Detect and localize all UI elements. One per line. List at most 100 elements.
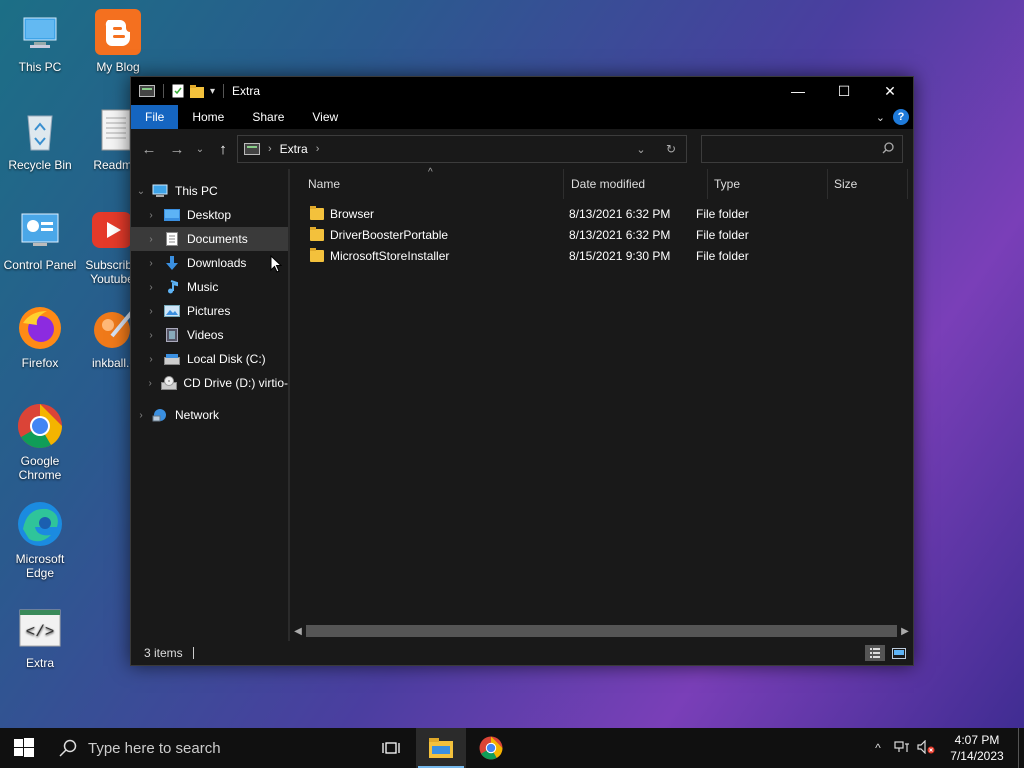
clock-time: 4:07 PM (954, 733, 1000, 747)
desktop-icon-this-pc[interactable]: This PC (0, 8, 80, 74)
desktop-icon-control-panel[interactable]: Control Panel (0, 206, 80, 272)
tab-view[interactable]: View (298, 105, 352, 129)
breadcrumb-chevron-icon[interactable]: › (268, 143, 272, 155)
tab-share[interactable]: Share (238, 105, 298, 129)
desktop-icon-label: Microsoft Edge (15, 552, 65, 580)
nav-item-label: Pictures (187, 304, 231, 318)
navigation-bar: ← → ⌄ ↑ › Extra › ⌄ ↻ (131, 129, 913, 169)
minimize-button[interactable]: — (775, 77, 821, 105)
new-folder-icon[interactable] (190, 84, 204, 98)
scroll-left-icon[interactable]: ◀ (290, 626, 306, 637)
nav-item-videos[interactable]: › Videos (131, 323, 288, 347)
expand-chevron-icon[interactable]: › (145, 354, 157, 365)
desktop-icon-label: Firefox (21, 356, 59, 370)
folder-icon (310, 226, 324, 241)
nav-item-label: Desktop (187, 208, 232, 222)
task-view-button[interactable] (366, 728, 416, 768)
nav-item-desktop[interactable]: › Desktop (131, 203, 288, 227)
desktop-icon-extra[interactable]: </> Extra (0, 604, 80, 670)
search-input[interactable] (702, 136, 872, 162)
up-button[interactable]: ↑ (209, 141, 237, 158)
recent-locations-button[interactable]: ⌄ (191, 144, 209, 155)
control-panel-icon (21, 213, 59, 246)
column-name[interactable]: Name (290, 169, 564, 199)
expand-chevron-icon[interactable]: › (145, 210, 157, 221)
forward-button[interactable]: → (163, 141, 191, 158)
desktop-icon-chrome[interactable]: Google Chrome (0, 402, 80, 482)
nav-item-this-pc[interactable]: ⌄ This PC (131, 179, 288, 203)
address-bar[interactable]: › Extra › ⌄ ↻ (237, 135, 687, 163)
address-dropdown-icon[interactable]: ⌄ (626, 143, 656, 156)
expand-chevron-icon[interactable]: › (145, 378, 155, 389)
status-bar: 3 items (131, 641, 913, 665)
nav-item-documents[interactable]: › Documents (131, 227, 288, 251)
nav-item-cd-drive[interactable]: › CD Drive (D:) virtio- (131, 371, 288, 395)
details-view-button[interactable] (865, 645, 885, 661)
table-row[interactable]: MicrosoftStoreInstaller 8/15/2021 9:30 P… (290, 245, 913, 266)
start-button[interactable] (0, 728, 48, 768)
maximize-button[interactable]: ☐ (821, 77, 867, 105)
column-size[interactable]: Size (828, 169, 908, 199)
show-desktop-button[interactable] (1018, 728, 1024, 768)
scroll-right-icon[interactable]: ▶ (897, 626, 913, 637)
network-status-icon[interactable] (890, 740, 914, 757)
expand-chevron-icon[interactable]: › (145, 306, 157, 317)
desktop-icon-edge[interactable]: Microsoft Edge (0, 500, 80, 580)
text-file-icon (101, 109, 131, 151)
show-hidden-icons-icon[interactable]: ^ (866, 741, 890, 755)
expand-chevron-icon[interactable]: › (145, 258, 157, 269)
scrollbar-thumb[interactable] (306, 625, 897, 637)
large-icons-view-icon (892, 647, 906, 659)
properties-icon[interactable] (172, 84, 184, 98)
nav-item-local-disk[interactable]: › Local Disk (C:) (131, 347, 288, 371)
pictures-icon (164, 305, 180, 317)
close-button[interactable]: ✕ (867, 77, 913, 105)
clock-date: 7/14/2023 (950, 749, 1004, 763)
collapse-chevron-icon[interactable]: ⌄ (135, 186, 147, 197)
nav-item-music[interactable]: › Music (131, 275, 288, 299)
back-button[interactable]: ← (135, 141, 163, 158)
refresh-icon[interactable]: ↻ (656, 142, 686, 156)
table-row[interactable]: Browser 8/13/2021 6:32 PM File folder (290, 203, 913, 224)
expand-chevron-icon[interactable]: › (145, 282, 157, 293)
desktop-icon-my-blog[interactable]: My Blog (78, 8, 158, 74)
hard-drive-icon (164, 354, 180, 365)
file-name: MicrosoftStoreInstaller (330, 248, 450, 263)
desktop-icon-recycle-bin[interactable]: Recycle Bin (0, 106, 80, 172)
taskbar-search-box[interactable]: Type here to search (48, 728, 366, 768)
horizontal-scrollbar[interactable]: ◀ ▶ (290, 623, 913, 639)
nav-item-downloads[interactable]: › Downloads (131, 251, 288, 275)
expand-ribbon-icon[interactable]: ⌄ (876, 111, 885, 124)
nav-item-label: CD Drive (D:) virtio- (183, 376, 288, 390)
tab-home[interactable]: Home (178, 105, 238, 129)
help-icon[interactable]: ? (893, 109, 909, 125)
clock[interactable]: 4:07 PM 7/14/2023 (940, 732, 1014, 764)
expand-chevron-icon[interactable]: › (145, 234, 157, 245)
column-type[interactable]: Type (708, 169, 828, 199)
nav-item-pictures[interactable]: › Pictures (131, 299, 288, 323)
cd-drive-icon (161, 376, 178, 390)
table-row[interactable]: DriverBoosterPortable 8/13/2021 6:32 PM … (290, 224, 913, 245)
file-name: Browser (330, 206, 375, 221)
tab-file[interactable]: File (131, 105, 179, 129)
taskbar-file-explorer[interactable] (416, 728, 466, 768)
column-date-modified[interactable]: Date modified (564, 169, 708, 199)
videos-icon (166, 328, 178, 342)
expand-chevron-icon[interactable]: › (145, 330, 157, 341)
breadcrumb-chevron-icon[interactable]: › (316, 143, 320, 155)
taskbar-search-placeholder: Type here to search (88, 739, 221, 757)
nav-item-network[interactable]: › Network (131, 403, 288, 427)
large-icons-view-button[interactable] (889, 645, 909, 661)
windows-logo-icon (14, 738, 34, 757)
title-bar[interactable]: ▾ Extra — ☐ ✕ (131, 77, 913, 105)
drive-icon (244, 143, 260, 155)
desktop-icon-firefox[interactable]: Firefox (0, 304, 80, 370)
navigation-pane: ⌄ This PC › Desktop › Documents › Downlo… (131, 169, 288, 647)
expand-chevron-icon[interactable]: › (135, 410, 147, 421)
volume-muted-icon[interactable] (914, 739, 938, 757)
search-box[interactable] (701, 135, 903, 163)
customize-quick-access-icon[interactable]: ▾ (210, 86, 215, 97)
file-date: 8/13/2021 6:32 PM (569, 206, 671, 221)
breadcrumb-extra[interactable]: Extra (280, 142, 308, 156)
taskbar-chrome[interactable] (466, 728, 516, 768)
